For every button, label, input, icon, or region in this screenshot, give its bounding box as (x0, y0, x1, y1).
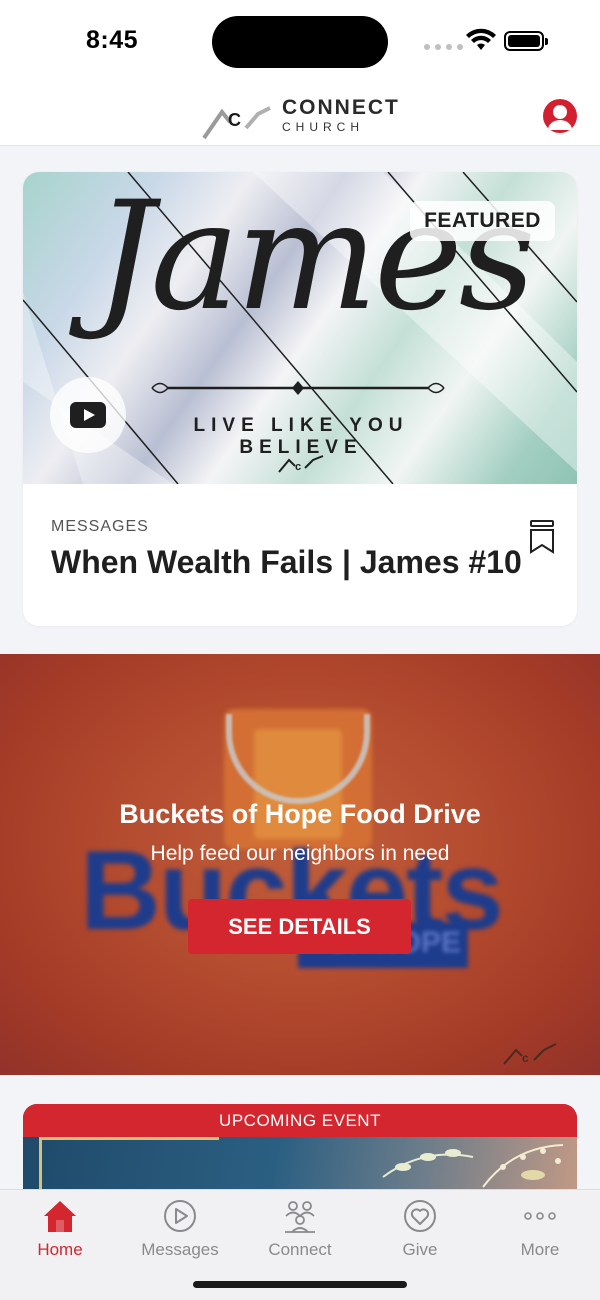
church-logo-letter: C (228, 110, 241, 130)
tab-give-label: Give (402, 1240, 438, 1259)
promo-banner[interactable]: Buckets OF HOPE Buckets of Hope Food Dri… (0, 654, 600, 1075)
tab-more[interactable]: More (480, 1198, 600, 1262)
play-button[interactable] (50, 377, 126, 453)
home-indicator[interactable] (193, 1281, 407, 1288)
tab-messages[interactable]: Messages (120, 1198, 240, 1262)
bookmark-icon[interactable] (527, 519, 555, 555)
tab-more-label: More (520, 1240, 560, 1259)
artwork-logo-icon: c (278, 455, 324, 473)
tab-give[interactable]: Give (360, 1198, 480, 1262)
svg-text:c: c (295, 461, 301, 473)
card-category: MESSAGES (51, 518, 149, 535)
promo-logo-icon: c (503, 1043, 557, 1065)
more-icon (524, 1212, 556, 1220)
play-circle-icon (164, 1200, 196, 1232)
status-bar: 8:45 (0, 0, 600, 84)
wifi-icon (466, 28, 496, 50)
promo-title: Buckets of Hope Food Drive (119, 799, 481, 829)
play-icon (70, 402, 106, 428)
church-logo-subword: CHURCH (282, 120, 364, 134)
tab-messages-label: Messages (141, 1240, 219, 1259)
ornament-divider-icon (151, 381, 445, 395)
featured-badge: FEATURED (410, 201, 555, 241)
tab-connect[interactable]: Connect (240, 1198, 360, 1262)
profile-icon[interactable] (543, 99, 577, 133)
church-logo[interactable]: C CONNECT CHURCH (200, 94, 410, 140)
home-icon (44, 1201, 76, 1232)
featured-artwork: James LIVE LIKE YOU BELIEVE c FEATURED (23, 172, 577, 484)
church-logo-word: CONNECT (282, 96, 400, 119)
card-title: When Wealth Fails | James #10 (51, 544, 522, 580)
svg-text:c: c (522, 1051, 529, 1065)
heart-icon (404, 1200, 436, 1232)
cellular-signal-icon (424, 44, 463, 50)
tab-home[interactable]: Home (0, 1198, 120, 1262)
see-details-button[interactable]: SEE DETAILS (188, 899, 411, 954)
app-header: C CONNECT CHURCH (0, 84, 600, 146)
tab-connect-label: Connect (268, 1240, 332, 1259)
status-time: 8:45 (86, 26, 139, 54)
dynamic-island (212, 16, 388, 68)
tab-home-label: Home (37, 1240, 83, 1259)
featured-message-card[interactable]: James LIVE LIKE YOU BELIEVE c FEATURED M… (23, 172, 577, 626)
leaves-illustration-icon (382, 1144, 564, 1188)
promo-subtitle: Help feed our neighbors in need (150, 842, 450, 865)
people-icon (285, 1201, 315, 1233)
event-header: UPCOMING EVENT (23, 1104, 577, 1137)
battery-icon (504, 31, 548, 51)
